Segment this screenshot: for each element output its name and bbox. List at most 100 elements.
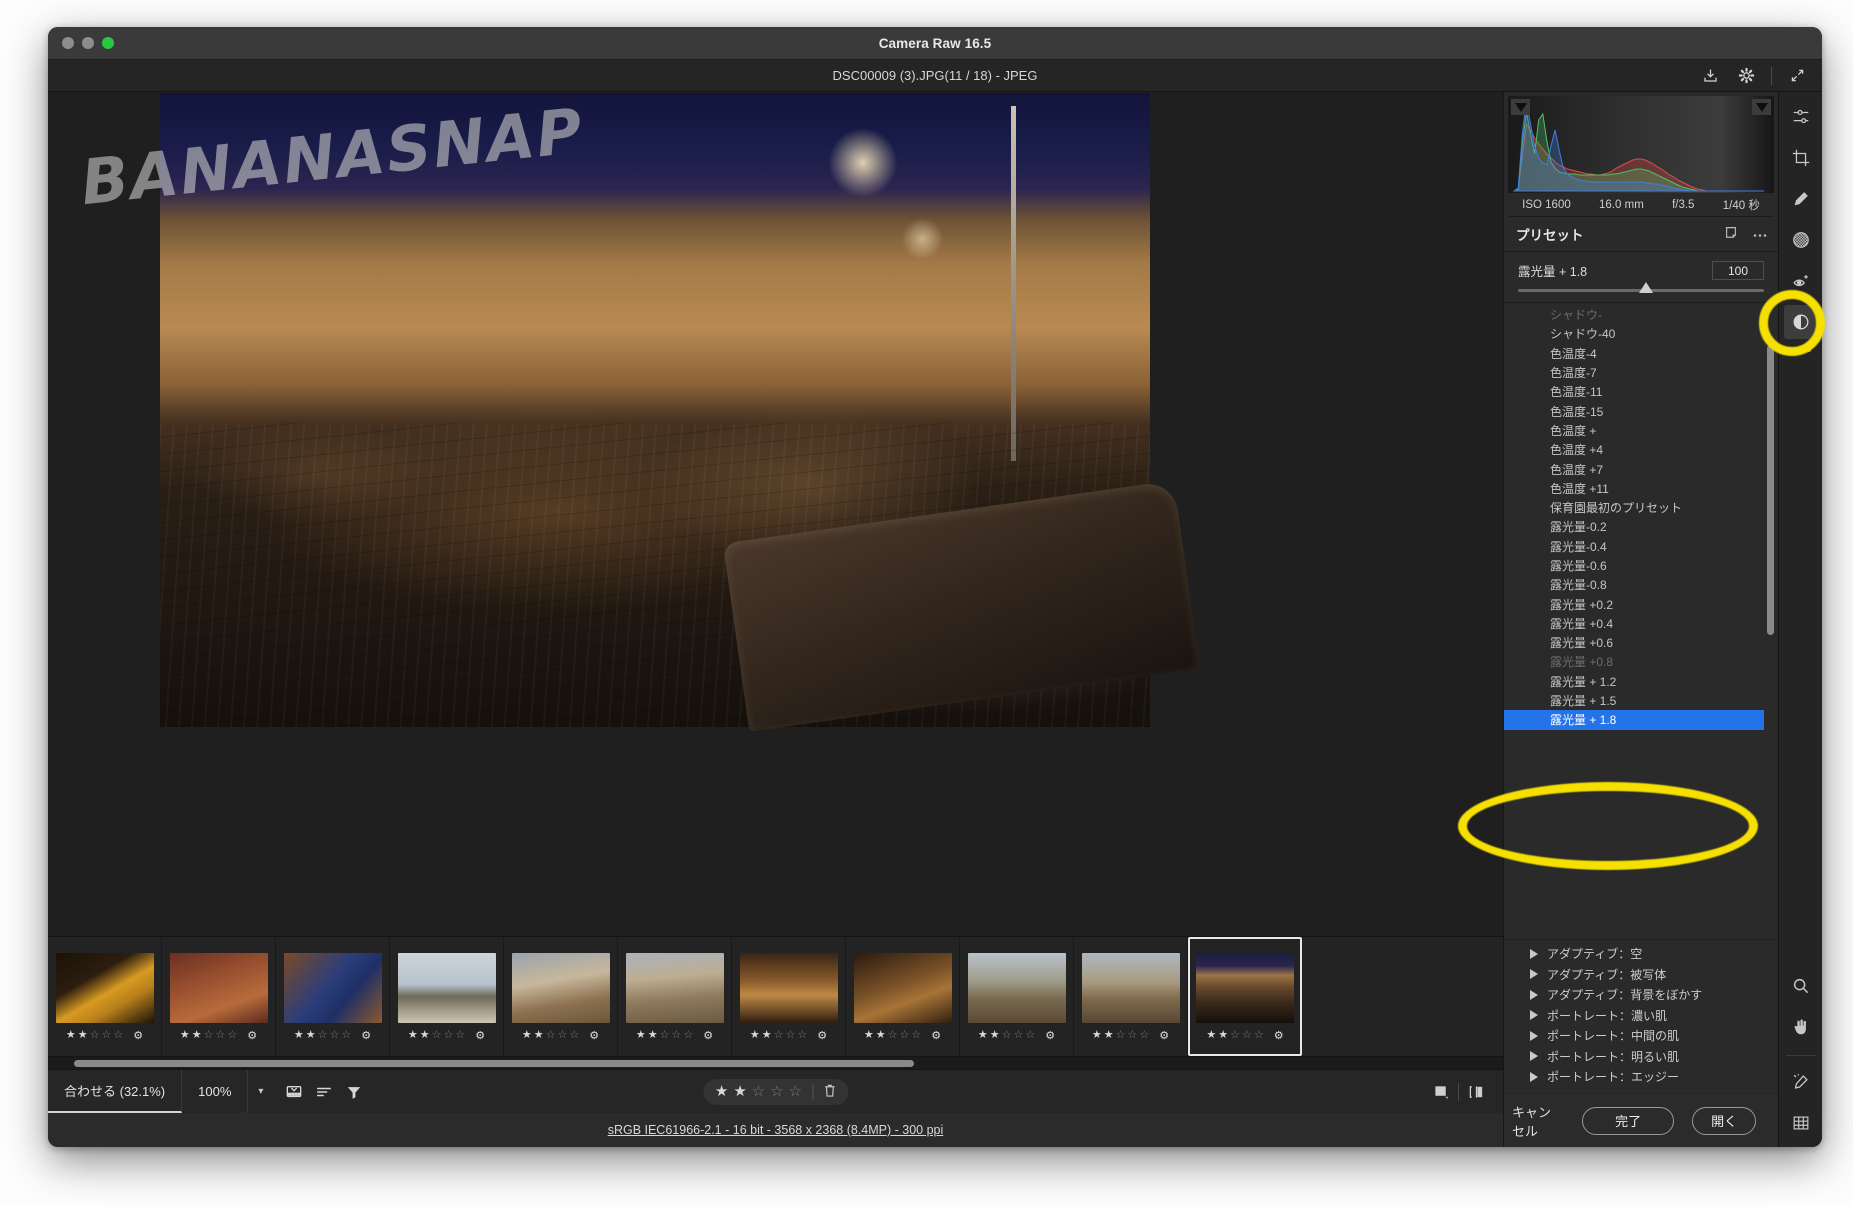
list-item[interactable]: 色温度 +11 [1504, 479, 1778, 498]
new-preset-icon[interactable] [1724, 225, 1738, 244]
presets-icon[interactable] [1783, 305, 1818, 339]
list-item[interactable]: ★ ★ ☆ ☆ ☆ ⚙ [390, 937, 504, 1056]
list-item[interactable]: 露光量-0.6 [1504, 556, 1778, 575]
more-options-icon[interactable] [1752, 225, 1768, 243]
list-item[interactable]: 色温度-15 [1504, 401, 1778, 420]
rating-stars[interactable]: ★ ★ ☆ ☆ ☆ [864, 1030, 921, 1041]
rating-stars[interactable]: ★ ★ ☆ ☆ ☆ [294, 1030, 351, 1041]
grid-icon[interactable] [1784, 1106, 1818, 1140]
filmstrip-view-icon[interactable] [285, 1084, 303, 1100]
rating-stars[interactable]: ★ ★ ☆ ☆ ☆ [750, 1030, 807, 1041]
preset-group-row[interactable]: ポートレート：濃い肌 [1504, 1005, 1778, 1026]
zoom-button[interactable] [102, 37, 114, 49]
preset-group-row[interactable]: アダプティブ：被写体 [1504, 964, 1778, 985]
list-item[interactable]: 色温度 +7 [1504, 459, 1778, 478]
crop-icon[interactable] [1784, 141, 1818, 175]
shadow-clip-toggle[interactable] [1511, 99, 1530, 115]
rating-stars[interactable]: ★ ★ ☆ ☆ ☆ [66, 1030, 123, 1041]
rating-stars[interactable]: ★ ★ ☆ ☆ ☆ [705, 1084, 812, 1099]
preset-group-row[interactable]: アダプティブ：背景をぼかす [1504, 985, 1778, 1006]
save-icon[interactable] [1693, 61, 1727, 91]
close-button[interactable] [62, 37, 74, 49]
slider-value-field[interactable]: 100 [1712, 261, 1764, 280]
list-item[interactable]: ★ ★ ☆ ☆ ☆ ⚙ [960, 937, 1074, 1056]
image-canvas[interactable]: BANANASNAP [48, 92, 1503, 936]
rating-stars[interactable]: ★ ★ ☆ ☆ ☆ [180, 1030, 237, 1041]
list-item[interactable]: 露光量 +0.6 [1504, 633, 1778, 652]
sort-icon[interactable] [315, 1084, 333, 1100]
rating-stars[interactable]: ★ ★ ☆ ☆ ☆ [1092, 1030, 1149, 1041]
list-item[interactable]: ★ ★ ☆ ☆ ☆ ⚙ [504, 937, 618, 1056]
preset-group-row[interactable]: ポートレート：エッジー [1504, 1067, 1778, 1088]
preset-group-row[interactable]: アダプティブ：空 [1504, 944, 1778, 965]
red-eye-icon[interactable] [1784, 264, 1818, 298]
healing-brush-icon[interactable] [1784, 182, 1818, 216]
rail-more-dots-icon[interactable] [1790, 348, 1811, 352]
list-item[interactable]: シャドウ- [1504, 305, 1778, 324]
gear-icon[interactable] [1729, 61, 1763, 91]
done-button[interactable]: 完了 [1582, 1106, 1675, 1135]
list-item[interactable]: ★ ★ ☆ ☆ ☆ ⚙ [162, 937, 276, 1056]
filmstrip-scroll-thumb[interactable] [74, 1060, 914, 1067]
list-item-selected[interactable]: ★ ★ ☆ ☆ ☆ ⚙ [1188, 937, 1302, 1056]
list-item[interactable]: 色温度-7 [1504, 363, 1778, 382]
rating-stars[interactable]: ★ ★ ☆ ☆ ☆ [522, 1030, 579, 1041]
filter-icon[interactable] [345, 1084, 363, 1100]
trash-icon[interactable] [813, 1083, 846, 1101]
color-profile-status[interactable]: sRGB IEC61966-2.1 - 16 bit - 3568 x 2368… [608, 1123, 944, 1137]
cancel-button[interactable]: キャンセル [1504, 1098, 1564, 1144]
list-item[interactable]: ★ ★ ☆ ☆ ☆ ⚙ [276, 937, 390, 1056]
list-item-selected[interactable]: 露光量 + 1.8 [1504, 710, 1764, 730]
list-item[interactable]: 露光量 +0.8 [1504, 652, 1778, 671]
preset-group-row[interactable]: ポートレート：明るい肌 [1504, 1046, 1778, 1067]
list-item[interactable]: 色温度 +4 [1504, 440, 1778, 459]
rating-stars[interactable]: ★ ★ ☆ ☆ ☆ [636, 1030, 693, 1041]
preview-image[interactable] [160, 93, 1201, 733]
minimize-button[interactable] [82, 37, 94, 49]
rating-stars[interactable]: ★ ★ ☆ ☆ ☆ [1206, 1030, 1263, 1041]
list-item[interactable]: ★ ★ ☆ ☆ ☆ ⚙ [48, 937, 162, 1056]
rating-control[interactable]: ★ ★ ☆ ☆ ☆ [702, 1078, 849, 1105]
fullscreen-icon[interactable] [1780, 61, 1814, 91]
edit-sliders-icon[interactable] [1784, 100, 1818, 134]
eyedropper-icon[interactable] [1784, 1065, 1818, 1099]
filmstrip-scrollbar[interactable] [48, 1056, 1503, 1069]
list-item[interactable]: 保育園最初のプリセット [1504, 498, 1778, 517]
list-item[interactable]: 色温度-4 [1504, 344, 1778, 363]
slider-thumb[interactable] [1638, 282, 1653, 293]
list-item[interactable]: ★ ★ ☆ ☆ ☆ ⚙ [1074, 937, 1188, 1056]
presets-list[interactable]: シャドウ- シャドウ-40 色温度-4 色温度-7 色温度-11 色温度-15 … [1504, 303, 1778, 939]
list-item[interactable]: シャドウ-40 [1504, 324, 1778, 343]
chevron-down-icon[interactable]: ▾ [248, 1086, 273, 1097]
list-item[interactable]: 露光量-0.4 [1504, 537, 1778, 556]
hand-tool-icon[interactable] [1784, 1010, 1818, 1044]
list-item[interactable]: 露光量 +0.4 [1504, 614, 1778, 633]
list-item[interactable]: 露光量 + 1.2 [1504, 672, 1778, 691]
rating-stars[interactable]: ★ ★ ☆ ☆ ☆ [408, 1030, 465, 1041]
open-button[interactable]: 開く [1693, 1108, 1755, 1134]
list-item[interactable]: ★ ★ ☆ ☆ ☆ ⚙ [732, 937, 846, 1056]
list-item[interactable]: 色温度 + [1504, 421, 1778, 440]
compare-view-icon[interactable] [1459, 1077, 1493, 1107]
chevron-down-icon[interactable]: ▾ [1755, 1108, 1756, 1134]
list-item[interactable]: 露光量-0.8 [1504, 575, 1778, 594]
list-item[interactable]: ★ ★ ☆ ☆ ☆ ⚙ [846, 937, 960, 1056]
list-item[interactable]: 露光量 +0.2 [1504, 594, 1778, 613]
filmstrip[interactable]: ★ ★ ☆ ☆ ☆ ⚙ ★ ★ ☆ ☆ ☆ ⚙ ★ ★ ☆ ☆ ☆ ⚙ ★ ★ … [48, 936, 1503, 1056]
zoom-percent-value[interactable]: 100% [182, 1070, 249, 1113]
list-item[interactable]: 色温度-11 [1504, 382, 1778, 401]
list-item[interactable]: 露光量-0.2 [1504, 517, 1778, 536]
list-item[interactable]: 露光量 + 1.5 [1504, 691, 1778, 710]
presets-scrollbar[interactable] [1767, 345, 1774, 635]
zoom-fit-button[interactable]: 合わせる (32.1%) [48, 1070, 183, 1113]
histogram-chart[interactable] [1508, 96, 1774, 193]
open-button-group[interactable]: 開く ▾ [1692, 1106, 1756, 1135]
highlight-clip-toggle[interactable] [1752, 99, 1771, 115]
preset-group-row[interactable]: ポートレート：中間の肌 [1504, 1026, 1778, 1047]
rating-stars[interactable]: ★ ★ ☆ ☆ ☆ [978, 1030, 1035, 1041]
zoom-tool-icon[interactable] [1784, 969, 1818, 1003]
single-view-icon[interactable] [1424, 1077, 1458, 1107]
list-item[interactable]: ★ ★ ☆ ☆ ☆ ⚙ [618, 937, 732, 1056]
masking-icon[interactable] [1784, 223, 1818, 257]
slider-track[interactable] [1518, 282, 1764, 293]
